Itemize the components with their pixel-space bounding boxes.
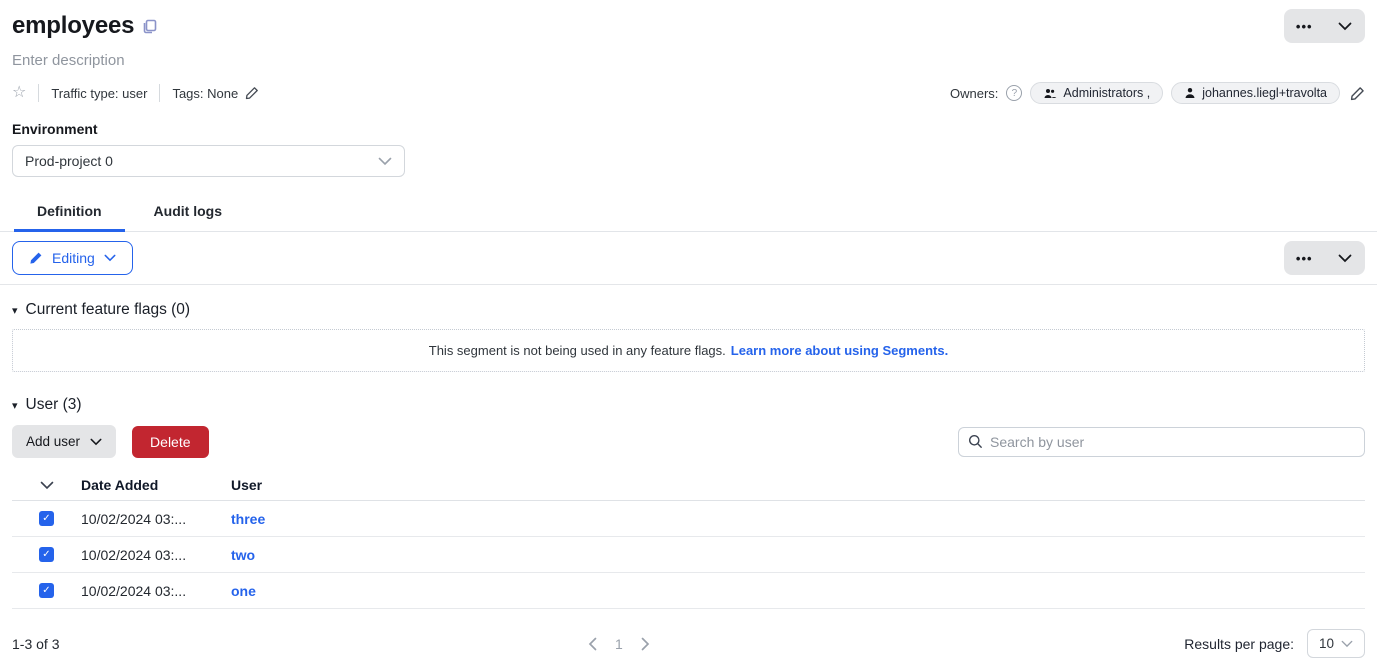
user-search — [958, 427, 1365, 457]
environment-label: Environment — [12, 121, 1365, 137]
page-title: employees — [12, 12, 134, 40]
owners-help-icon[interactable]: ? — [1006, 85, 1022, 101]
table-row: ✓ 10/02/2024 03:... one — [12, 573, 1365, 609]
delete-button[interactable]: Delete — [132, 426, 208, 458]
tab-audit-logs[interactable]: Audit logs — [129, 193, 247, 231]
editing-chevron-button[interactable] — [1325, 241, 1366, 275]
chevron-down-icon — [378, 157, 392, 166]
feature-flags-section-toggle[interactable]: ▾ Current feature flags (0) — [12, 301, 1365, 319]
tab-definition[interactable]: Definition — [12, 193, 127, 231]
header: employees ••• — [0, 0, 1377, 43]
traffic-type-label: Traffic type: user — [51, 86, 147, 101]
owners-row: Owners: ? Administrators , johannes.lieg… — [950, 82, 1365, 104]
empty-state-text: This segment is not being used in any fe… — [429, 343, 726, 358]
chevron-down-icon — [104, 254, 116, 262]
row-checkbox[interactable]: ✓ — [39, 511, 54, 526]
divider — [159, 84, 160, 102]
meta-row: ☆ Traffic type: user Tags: None Owners: … — [0, 82, 1377, 104]
editing-row: Editing ••• — [0, 241, 1377, 275]
owner-chip-user[interactable]: johannes.liegl+travolta — [1171, 82, 1340, 104]
caret-down-icon: ▾ — [12, 399, 18, 412]
edit-tags-pencil-icon[interactable] — [245, 86, 259, 100]
user-table: Date Added User ✓ 10/02/2024 03:... thre… — [12, 470, 1365, 609]
results-per-page-select[interactable]: 10 — [1307, 629, 1365, 658]
ellipsis-icon: ••• — [1296, 252, 1313, 265]
feature-flags-section-title: Current feature flags (0) — [26, 301, 191, 319]
user-section-title: User (3) — [26, 396, 82, 414]
chevron-down-icon — [90, 438, 102, 446]
results-range-label: 1-3 of 3 — [12, 636, 588, 652]
select-all-chevron-icon[interactable] — [12, 481, 81, 490]
feature-flags-empty-state: This segment is not being used in any fe… — [12, 329, 1365, 372]
meta-left: ☆ Traffic type: user Tags: None — [12, 84, 259, 102]
results-per-page-label: Results per page: — [1184, 636, 1294, 652]
ellipsis-icon: ••• — [1296, 20, 1313, 33]
caret-down-icon: ▾ — [12, 304, 18, 317]
user-link[interactable]: two — [231, 547, 1365, 563]
person-icon — [1184, 87, 1196, 99]
tags-wrap: Tags: None — [172, 86, 259, 101]
copy-icon[interactable] — [142, 19, 157, 34]
pencil-icon — [29, 251, 43, 265]
results-per-page: Results per page: 10 — [1184, 629, 1365, 658]
divider — [0, 284, 1377, 285]
column-header-date-added: Date Added — [81, 477, 231, 493]
next-page-button[interactable] — [641, 637, 650, 651]
environment-block: Environment Prod-project 0 — [0, 121, 1377, 177]
table-footer: 1-3 of 3 1 Results per page: 10 — [12, 629, 1365, 658]
user-toolbar: Add user Delete — [12, 425, 1365, 458]
row-checkbox[interactable]: ✓ — [39, 583, 54, 598]
feature-flags-section: ▾ Current feature flags (0) This segment… — [0, 301, 1377, 372]
chevron-down-icon — [1338, 22, 1352, 31]
header-more-button[interactable]: ••• — [1284, 9, 1325, 43]
date-added-cell: 10/02/2024 03:... — [81, 511, 231, 527]
owner-chip-label: Administrators , — [1063, 86, 1150, 100]
user-link[interactable]: one — [231, 583, 1365, 599]
editing-more-button[interactable]: ••• — [1284, 241, 1325, 275]
row-checkbox[interactable]: ✓ — [39, 547, 54, 562]
environment-select[interactable]: Prod-project 0 — [12, 145, 405, 177]
environment-selected-value: Prod-project 0 — [25, 153, 113, 169]
tags-label: Tags: None — [172, 86, 238, 101]
pagination: 1 — [588, 636, 650, 652]
user-section: ▾ User (3) Add user Delete — [0, 396, 1377, 658]
owner-chip-label: johannes.liegl+travolta — [1202, 86, 1327, 100]
editing-button[interactable]: Editing — [12, 241, 133, 275]
divider — [38, 84, 39, 102]
group-icon — [1043, 88, 1057, 99]
results-per-page-value: 10 — [1319, 636, 1334, 651]
owners-label: Owners: — [950, 86, 998, 101]
table-header-row: Date Added User — [12, 470, 1365, 501]
tab-bar: Definition Audit logs — [0, 193, 1377, 232]
chevron-down-icon — [1341, 640, 1353, 648]
search-icon — [968, 434, 983, 449]
search-input[interactable] — [990, 434, 1355, 450]
page-number[interactable]: 1 — [615, 636, 623, 652]
add-user-label: Add user — [26, 434, 80, 449]
table-row: ✓ 10/02/2024 03:... two — [12, 537, 1365, 573]
chevron-down-icon — [1338, 254, 1352, 263]
header-more-split-button: ••• — [1284, 9, 1365, 43]
date-added-cell: 10/02/2024 03:... — [81, 547, 231, 563]
owner-chip-administrators[interactable]: Administrators , — [1030, 82, 1163, 104]
description-field[interactable]: Enter description — [0, 52, 1377, 69]
previous-page-button[interactable] — [588, 637, 597, 651]
header-chevron-button[interactable] — [1325, 9, 1366, 43]
editing-more-split-button: ••• — [1284, 241, 1365, 275]
segment-detail-page: employees ••• Enter description ☆ Traffi… — [0, 0, 1377, 668]
favorite-star-icon[interactable]: ☆ — [12, 85, 26, 101]
column-header-user: User — [231, 477, 1365, 493]
editing-label: Editing — [52, 250, 95, 266]
user-link[interactable]: three — [231, 511, 1365, 527]
add-user-button[interactable]: Add user — [12, 425, 116, 458]
user-section-toggle[interactable]: ▾ User (3) — [12, 396, 1365, 414]
table-row: ✓ 10/02/2024 03:... three — [12, 501, 1365, 537]
date-added-cell: 10/02/2024 03:... — [81, 583, 231, 599]
edit-owners-pencil-icon[interactable] — [1350, 86, 1365, 101]
learn-more-link[interactable]: Learn more about using Segments. — [731, 343, 948, 358]
